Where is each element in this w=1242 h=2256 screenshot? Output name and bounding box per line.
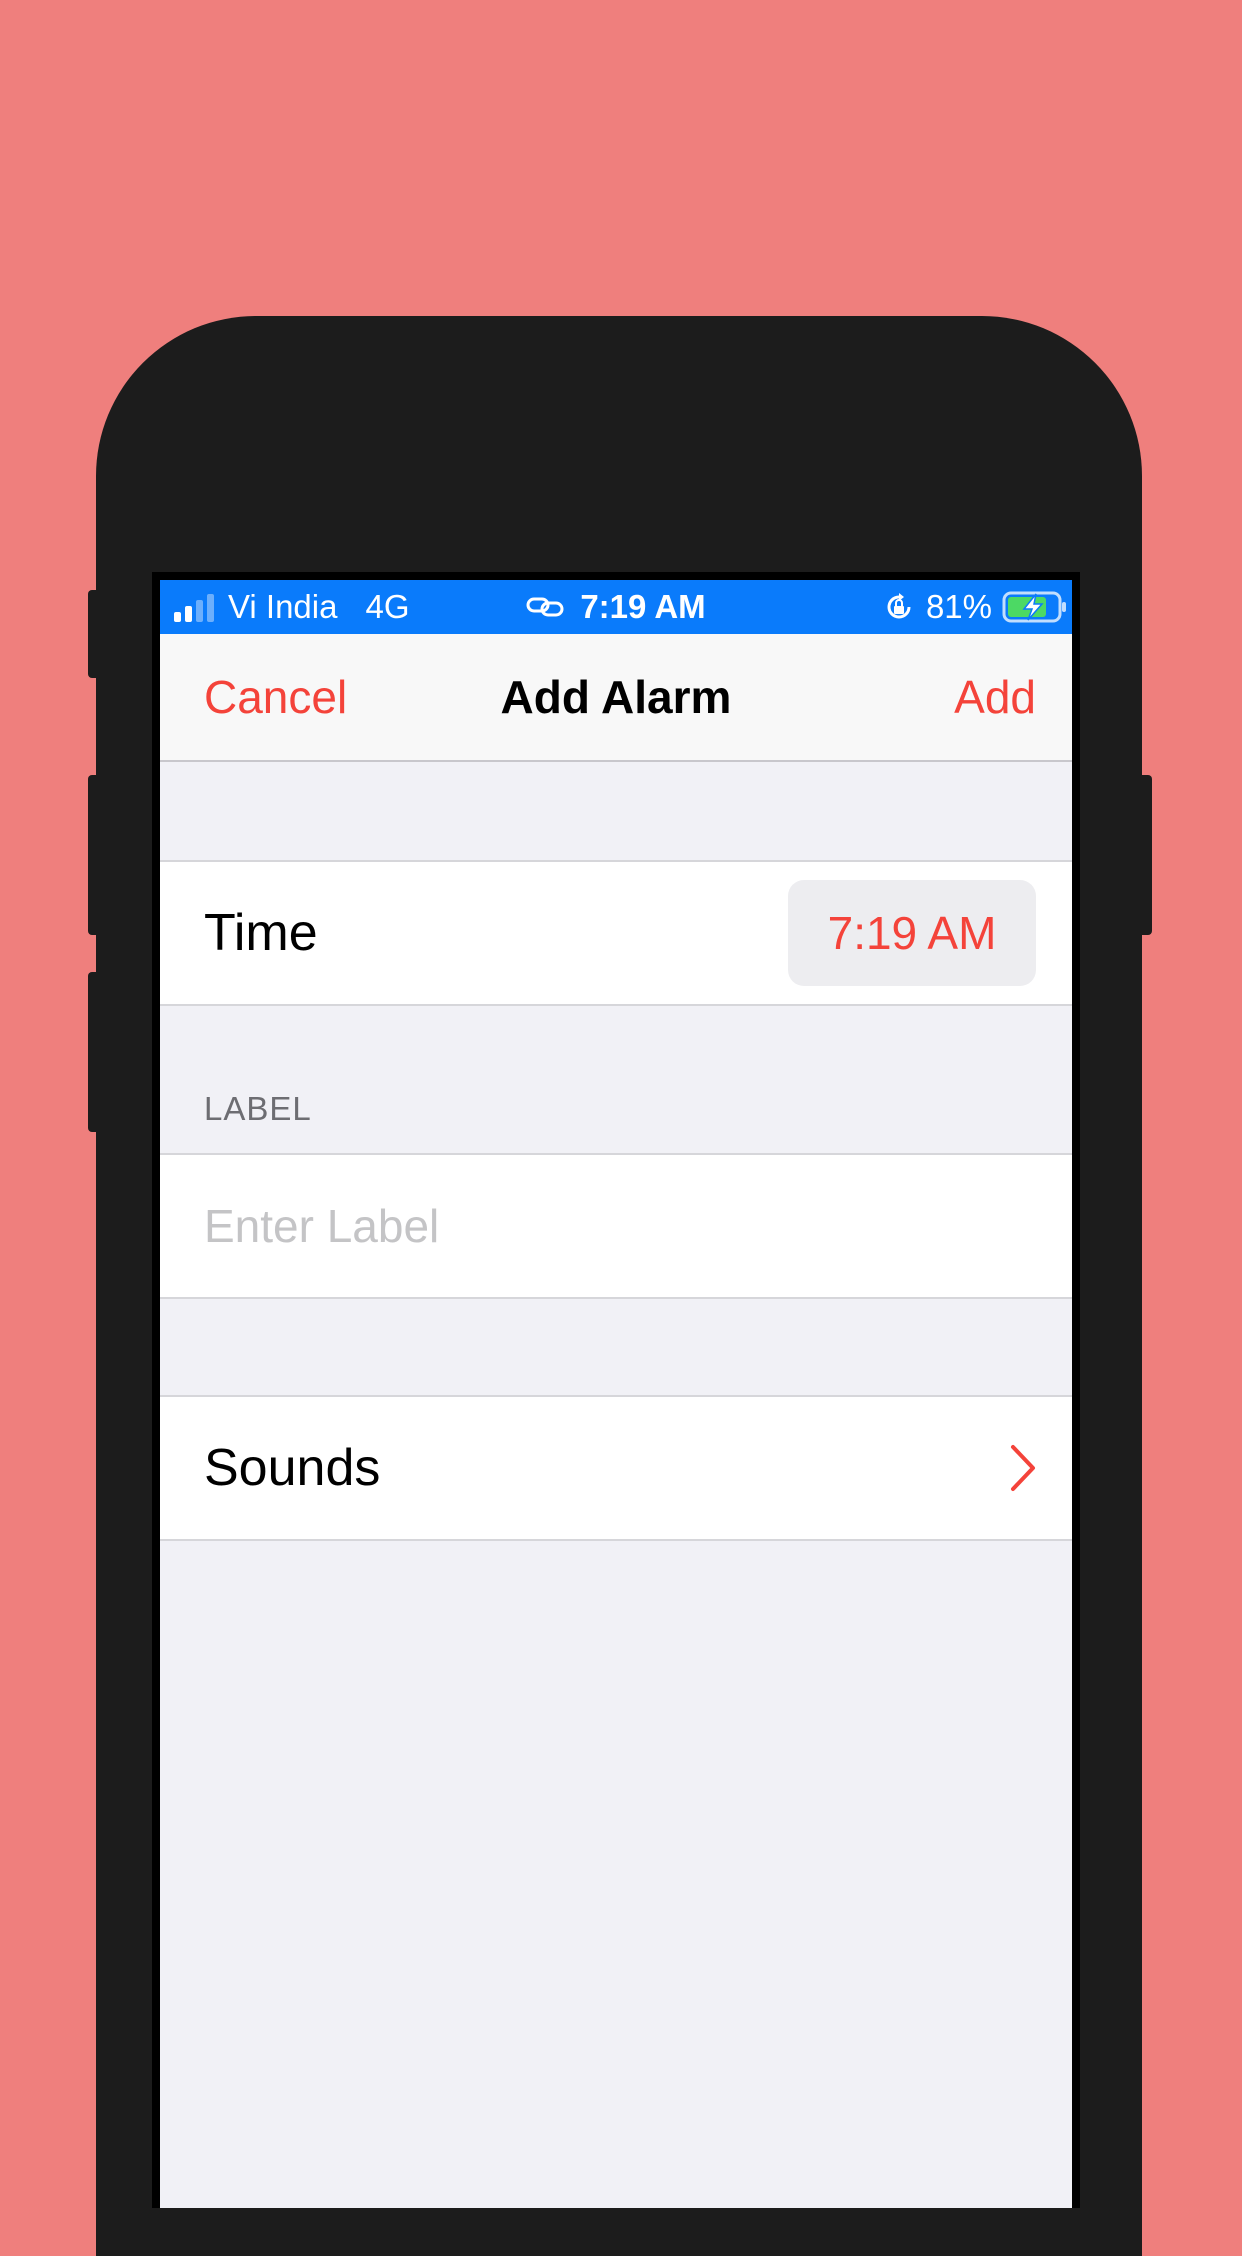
status-time: 7:19 AM (580, 588, 706, 625)
add-alarm-screen: Vi India 4G 7:19 AM 81% Add Alarm Cancel… (160, 580, 1072, 2208)
add-button[interactable]: Add (954, 634, 1036, 760)
status-bar: Vi India 4G 7:19 AM 81% (160, 580, 1072, 634)
time-picker-button[interactable]: 7:19 AM (788, 880, 1036, 986)
battery-percentage: 81% (925, 588, 992, 625)
orientation-lock-icon (884, 592, 914, 622)
phone-screen: Vi India 4G 7:19 AM 81% Add Alarm Cancel… (152, 572, 1080, 2208)
sounds-label: Sounds (204, 1439, 381, 1497)
time-label: Time (204, 904, 318, 962)
time-row: Time 7:19 AM (160, 860, 1072, 1006)
label-row (160, 1153, 1072, 1299)
label-section-header: LABEL (204, 1090, 312, 1127)
navigation-bar: Add Alarm Cancel Add (160, 634, 1072, 762)
label-input[interactable] (204, 1155, 1034, 1297)
link-icon (526, 594, 566, 620)
battery-charging-icon (1002, 591, 1068, 623)
chevron-right-icon (1008, 1397, 1038, 1539)
sounds-row[interactable]: Sounds (160, 1395, 1072, 1541)
cancel-button[interactable]: Cancel (204, 634, 347, 760)
status-right: 81% (884, 580, 1068, 634)
